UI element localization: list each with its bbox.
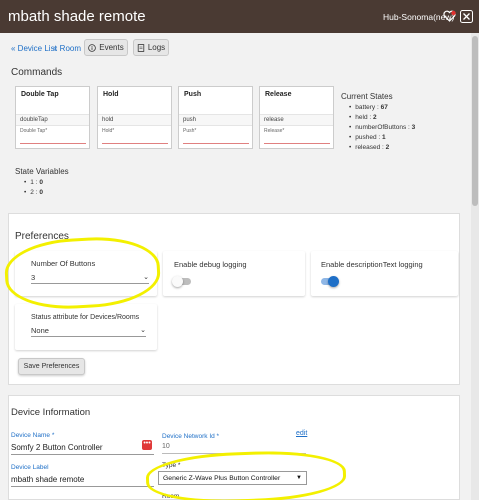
state-item: released : 2	[349, 143, 415, 153]
events-button[interactable]: Events	[84, 39, 128, 56]
command-button-release[interactable]: Release	[265, 91, 291, 98]
device-label-label: Device Label	[11, 464, 49, 471]
edit-link[interactable]: edit	[296, 430, 307, 437]
command-button-double-tap[interactable]: Double Tap	[21, 91, 59, 98]
command-card-hold: Hold hold Hold*	[97, 86, 172, 149]
current-states-heading: Current States	[341, 92, 393, 101]
field-underline	[11, 454, 154, 455]
toggle-knob	[172, 276, 183, 287]
command-card-push: Push push Push*	[178, 86, 253, 149]
command-button-push[interactable]: Push	[184, 91, 201, 98]
close-icon[interactable]	[459, 9, 473, 23]
status-attribute-value: None	[31, 325, 49, 335]
device-name-value[interactable]: Somfy 2 Button Controller	[11, 443, 103, 452]
state-item: held : 2	[349, 113, 415, 123]
state-variables-list: 1 : 0 2 : 0	[24, 178, 43, 198]
current-states-list: battery : 67 held : 2 numberOfButtons : …	[349, 103, 415, 153]
scrollbar-thumb[interactable]	[472, 36, 478, 206]
desc-logging-card	[311, 251, 458, 296]
logs-button[interactable]: Logs	[133, 39, 169, 56]
command-name: hold	[98, 114, 171, 126]
device-info-heading: Device Information	[11, 407, 91, 418]
network-id-value[interactable]: 10	[162, 443, 170, 450]
state-var-item: 1 : 0	[24, 178, 43, 188]
status-attribute-label: Status attribute for Devices/Rooms	[31, 314, 140, 321]
state-item: pushed : 1	[349, 133, 415, 143]
page-title: mbath shade remote	[8, 8, 146, 25]
commands-heading: Commands	[11, 67, 63, 78]
state-item: numberOfButtons : 3	[349, 123, 415, 133]
debug-logging-card	[163, 251, 305, 296]
save-preferences-button[interactable]: Save Preferences	[18, 358, 85, 375]
device-label-value[interactable]: mbath shade remote	[11, 475, 84, 484]
command-name: push	[179, 114, 252, 126]
status-attribute-select[interactable]: None ⌄	[31, 324, 146, 337]
command-name: doubleTap	[16, 114, 89, 126]
state-var-item: 2 : 0	[24, 188, 43, 198]
command-param-field[interactable]: Double Tap*	[20, 128, 47, 134]
param-underline	[20, 143, 86, 144]
state-item: battery : 67	[349, 103, 415, 113]
command-button-hold[interactable]: Hold	[103, 91, 119, 98]
field-underline	[11, 486, 154, 487]
param-underline	[264, 143, 330, 144]
chevron-down-icon: ⌄	[140, 327, 146, 334]
notification-heart-icon[interactable]	[442, 9, 456, 23]
desc-logging-label: Enable descriptionText logging	[321, 260, 423, 269]
command-card-release: Release release Release*	[259, 86, 334, 149]
more-icon[interactable]: •••	[142, 440, 152, 450]
command-param-field[interactable]: Hold*	[102, 128, 114, 134]
command-card-double-tap: Double Tap doubleTap Double Tap*	[15, 86, 90, 149]
events-label: Events	[99, 43, 124, 52]
toggle-knob	[328, 276, 339, 287]
room-link[interactable]: « Room	[53, 44, 81, 53]
info-icon	[88, 43, 97, 52]
debug-logging-label: Enable debug logging	[174, 260, 247, 269]
logs-label: Logs	[147, 43, 166, 52]
command-name: release	[260, 114, 333, 126]
state-variables-heading: State Variables	[15, 167, 69, 176]
device-name-label: Device Name *	[11, 432, 55, 439]
document-icon	[137, 43, 145, 52]
command-param-field[interactable]: Push*	[183, 128, 196, 134]
command-param-field[interactable]: Release*	[264, 128, 284, 134]
network-id-label: Device Network Id *	[162, 433, 220, 440]
device-list-link[interactable]: « Device List	[11, 44, 57, 53]
param-underline	[183, 143, 249, 144]
param-underline	[102, 143, 168, 144]
